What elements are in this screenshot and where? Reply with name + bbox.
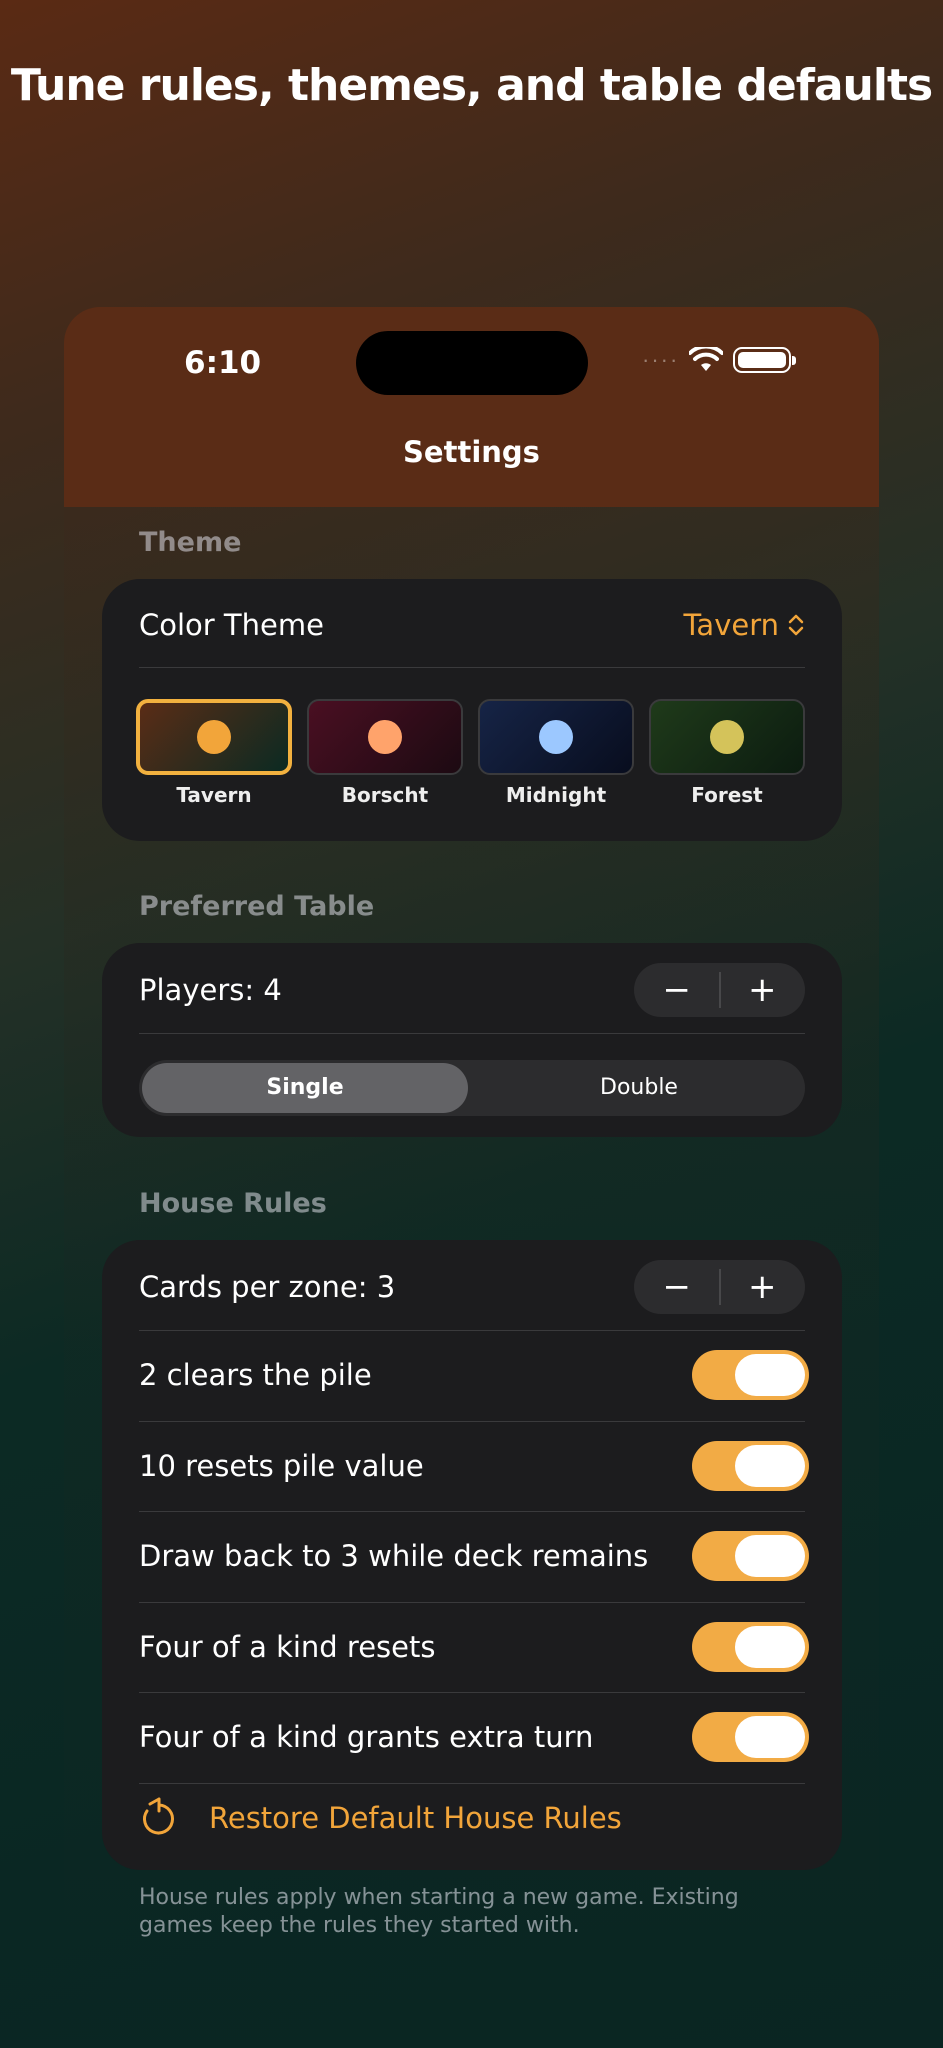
- rule-label: Four of a kind grants extra turn: [139, 1720, 594, 1754]
- color-theme-row[interactable]: Color Theme Tavern: [139, 601, 805, 649]
- toggle-knob: [735, 1625, 805, 1668]
- headline: Tune rules, themes, and table defaults: [10, 60, 933, 111]
- theme-option-midnight[interactable]: Midnight: [478, 699, 634, 807]
- rule-label: 10 resets pile value: [139, 1448, 424, 1483]
- players-label: Players: 4: [139, 973, 282, 1007]
- decrement-button[interactable]: −: [634, 1260, 720, 1314]
- dynamic-island: [356, 331, 588, 395]
- rule-toggle[interactable]: [692, 1531, 809, 1581]
- color-theme-picker[interactable]: Tavern: [684, 608, 805, 642]
- nav-bar: 6:10 ···· Settings: [64, 307, 879, 507]
- theme-swatch[interactable]: [136, 699, 292, 775]
- house-rules-footnote: House rules apply when starting a new ga…: [139, 1885, 739, 1938]
- phone-screen: 6:10 ···· Settings Theme Color Theme Tav…: [64, 307, 879, 2048]
- theme-option-borscht[interactable]: Borscht: [307, 699, 463, 807]
- theme-dot: [197, 720, 231, 754]
- players-row: Players: 4 − +: [139, 963, 805, 1017]
- theme-option-label: Borscht: [341, 783, 429, 807]
- color-theme-value: Tavern: [683, 608, 779, 642]
- cards-per-zone-row: Cards per zone: 3 − +: [139, 1260, 805, 1314]
- signal-icon: ····: [642, 347, 680, 372]
- cards-per-zone-stepper[interactable]: − +: [634, 1260, 805, 1314]
- restore-defaults-button[interactable]: Restore Default House Rules: [139, 1797, 622, 1839]
- theme-option-label: Tavern: [176, 783, 252, 807]
- stepper-divider: [719, 972, 721, 1008]
- toggle-knob: [735, 1716, 805, 1758]
- status-time: 6:10: [184, 345, 262, 381]
- status-icons: ····: [642, 347, 797, 373]
- wifi-icon: [689, 347, 724, 371]
- rule-label: Four of a kind resets: [139, 1629, 436, 1664]
- segment-double[interactable]: Double: [476, 1063, 802, 1113]
- rule-row: Draw back to 3 while deck remains: [139, 1531, 809, 1581]
- stepper-divider: [719, 1269, 721, 1305]
- divider: [139, 667, 805, 668]
- battery-icon: [733, 347, 797, 373]
- section-label-preferred-table: Preferred Table: [139, 891, 375, 922]
- theme-card: Color Theme Tavern Tavern Borscht Midnight…: [102, 579, 842, 841]
- rule-label: Draw back to 3 while deck remains: [139, 1539, 649, 1573]
- rule-toggle[interactable]: [692, 1350, 809, 1400]
- restore-defaults-label: Restore Default House Rules: [209, 1801, 622, 1835]
- theme-option-tavern[interactable]: Tavern: [136, 699, 292, 807]
- divider: [139, 1601, 805, 1603]
- section-label-house-rules: House Rules: [139, 1188, 327, 1219]
- rule-toggle[interactable]: [692, 1440, 809, 1491]
- divider: [139, 1511, 805, 1512]
- reset-arrow-icon: [143, 1797, 174, 1835]
- theme-swatch[interactable]: [478, 699, 634, 775]
- rule-row: 2 clears the pile: [139, 1350, 809, 1400]
- cards-per-zone-label: Cards per zone: 3: [139, 1270, 396, 1304]
- rule-toggle[interactable]: [692, 1621, 809, 1672]
- theme-swatches: Tavern Borscht Midnight Forest: [136, 699, 805, 807]
- theme-swatch[interactable]: [649, 699, 805, 775]
- rule-label: 2 clears the pile: [139, 1358, 372, 1392]
- toggle-knob: [735, 1444, 805, 1487]
- rule-row: 10 resets pile value: [139, 1440, 809, 1491]
- players-stepper[interactable]: − +: [634, 963, 805, 1017]
- toggle-knob: [735, 1535, 805, 1577]
- divider: [139, 1692, 805, 1693]
- increment-button[interactable]: +: [720, 1260, 806, 1314]
- house-rules-card: Cards per zone: 3 − + 2 clears the pile 1…: [102, 1240, 842, 1870]
- divider: [139, 1033, 805, 1034]
- rule-row: Four of a kind grants extra turn: [139, 1712, 809, 1762]
- divider: [139, 1782, 805, 1784]
- table-mode-segmented-control[interactable]: Single Double: [139, 1060, 805, 1116]
- divider: [139, 1420, 805, 1422]
- theme-option-forest[interactable]: Forest: [649, 699, 805, 807]
- divider: [139, 1330, 805, 1331]
- segment-single[interactable]: Single: [142, 1063, 468, 1113]
- chevron-up-down-icon: [788, 614, 804, 636]
- decrement-button[interactable]: −: [634, 963, 720, 1017]
- color-theme-label: Color Theme: [139, 608, 324, 642]
- rule-row: Four of a kind resets: [139, 1621, 809, 1672]
- increment-button[interactable]: +: [720, 963, 806, 1017]
- section-label-theme: Theme: [139, 527, 242, 558]
- theme-swatch[interactable]: [307, 699, 463, 775]
- theme-option-label: Midnight: [505, 783, 607, 807]
- theme-dot: [539, 720, 573, 754]
- rule-toggle[interactable]: [692, 1712, 809, 1762]
- toggle-knob: [735, 1354, 805, 1396]
- preferred-table-card: Players: 4 − + Single Double: [102, 943, 842, 1137]
- page-title: Settings: [403, 435, 540, 469]
- theme-dot: [710, 720, 744, 754]
- theme-option-label: Forest: [691, 783, 763, 807]
- theme-dot: [368, 720, 402, 754]
